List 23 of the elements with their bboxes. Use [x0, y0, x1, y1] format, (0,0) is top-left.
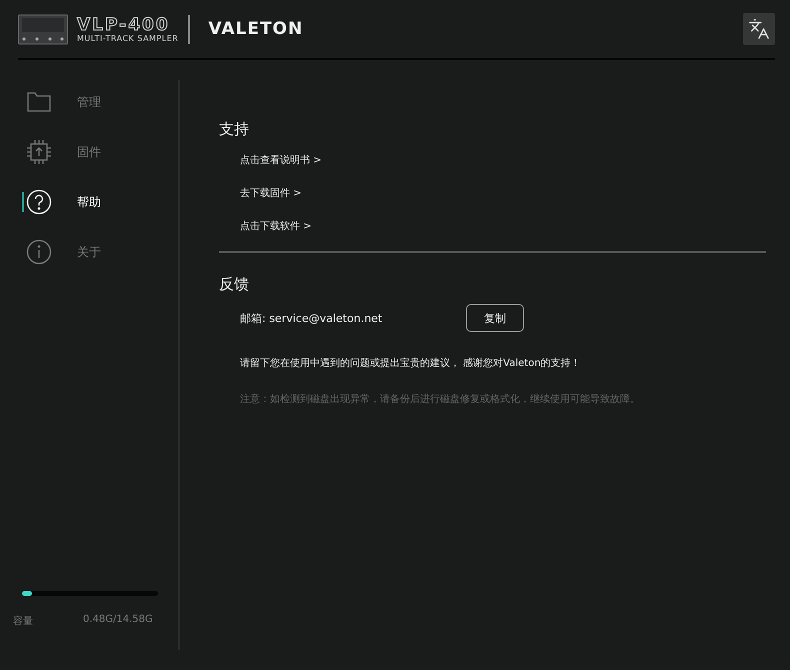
- sidebar-item[interactable]: 管理: [0, 88, 178, 116]
- logo-subtitle: MULTI-TRACK SAMPLER: [77, 34, 178, 42]
- brand-logo: VALETON: [208, 19, 304, 39]
- model-logo: VLP-400: [77, 16, 171, 34]
- support-link[interactable]: 点击查看说明书 >: [240, 153, 766, 167]
- support-link[interactable]: 点击下载软件 >: [240, 219, 766, 233]
- language-button[interactable]: [743, 13, 775, 45]
- capacity-reading: 0.48G/14.58G: [83, 614, 153, 627]
- help-icon: [26, 189, 52, 215]
- email-text: 邮箱: service@valeton.net: [240, 310, 384, 326]
- sidebar-item[interactable]: 帮助: [0, 188, 178, 216]
- warning-note: 注意：如检测到磁盘出现异常，请备份后进行磁盘修复或格式化，继续使用可能导致故障。: [239, 392, 641, 406]
- support-link[interactable]: 去下载固件 >: [240, 186, 766, 200]
- section-title: 反馈: [219, 275, 250, 294]
- section-title: 支持: [219, 120, 250, 139]
- sidebar-item[interactable]: 关于: [0, 238, 178, 266]
- pedal-device-icon: [18, 13, 68, 45]
- capacity-label: 容量: [13, 614, 33, 628]
- copy-button[interactable]: 复制: [466, 304, 524, 332]
- feedback-message: 请留下您在使用中遇到的问题或提出宝贵的建议， 感谢您对Valeton的支持！: [239, 356, 582, 370]
- sidebar-item[interactable]: 固件: [0, 138, 178, 166]
- info-icon: [26, 239, 52, 265]
- chip-icon: [26, 139, 52, 165]
